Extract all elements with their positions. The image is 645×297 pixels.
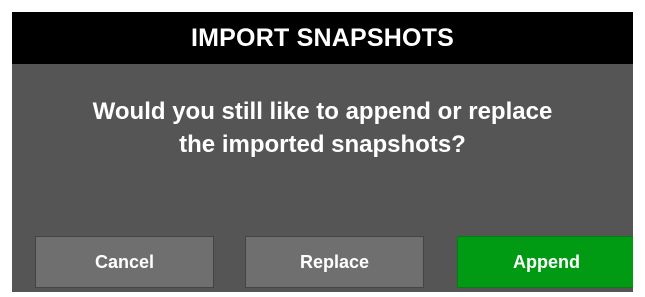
import-snapshots-dialog: IMPORT SNAPSHOTS Would you still like to… bbox=[12, 12, 633, 292]
dialog-message-line-1: Would you still like to append or replac… bbox=[92, 98, 553, 125]
append-button-label: Append bbox=[513, 251, 580, 272]
dialog-message-line-2: the imported snapshots? bbox=[179, 131, 466, 158]
dialog-title-bar: IMPORT SNAPSHOTS bbox=[12, 12, 633, 64]
replace-button-label: Replace bbox=[299, 251, 370, 272]
dialog-title: IMPORT SNAPSHOTS bbox=[191, 23, 454, 52]
replace-button[interactable]: Replace bbox=[245, 236, 424, 288]
cancel-button[interactable]: Cancel bbox=[35, 236, 214, 288]
append-button[interactable]: Append bbox=[457, 236, 633, 288]
dialog-message: Would you still like to append or replac… bbox=[12, 95, 633, 161]
cancel-button-label: Cancel bbox=[94, 251, 155, 272]
